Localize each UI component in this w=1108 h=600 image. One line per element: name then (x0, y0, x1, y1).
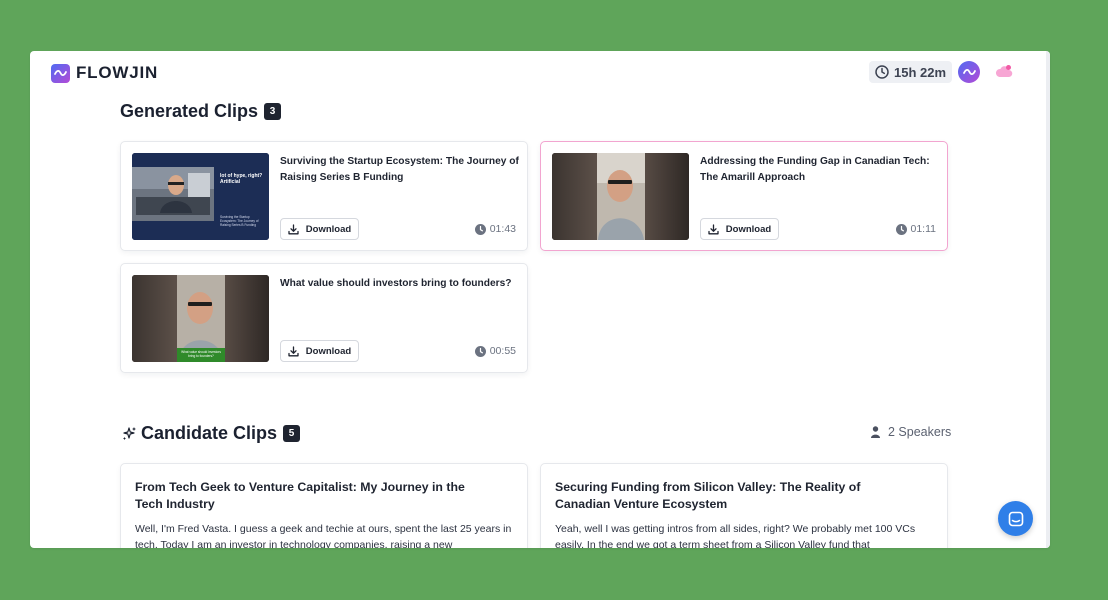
clip-thumbnail[interactable] (552, 153, 689, 240)
clock-icon (474, 223, 486, 235)
generated-clips-title: Generated Clips (120, 101, 259, 121)
person-icon (871, 426, 880, 438)
clock-icon (474, 345, 486, 357)
scrollbar[interactable] (1046, 51, 1050, 548)
wave-icon (51, 63, 70, 83)
generated-clip-card[interactable]: lot of hype, right? Artificial Surviving… (120, 141, 528, 251)
clip-duration: 00:55 (474, 345, 516, 357)
download-icon (288, 345, 299, 356)
generated-clips-count: 3 (264, 103, 282, 120)
thumb-caption: What value should investors bring to fou… (181, 350, 221, 358)
candidate-excerpt: Yeah, well I was getting intros from all… (555, 523, 916, 548)
cloud-icon[interactable] (995, 64, 1013, 83)
time-remaining-badge[interactable]: 15h 22m (869, 61, 953, 83)
download-button[interactable]: Download (280, 340, 359, 362)
candidate-clip-card[interactable]: From Tech Geek to Venture Capitalist: My… (120, 463, 528, 548)
candidate-clips-title: Candidate Clips (141, 423, 278, 443)
candidate-excerpt: Well, I'm Fred Vasta. I guess a geek and… (135, 523, 512, 548)
download-label: Download (725, 223, 772, 235)
sparkle-icon (123, 427, 136, 440)
download-button[interactable]: Download (700, 218, 779, 240)
clip-title: What value should investors bring to fou… (280, 278, 512, 289)
clock-icon (895, 223, 907, 235)
clock-icon (875, 65, 889, 79)
candidate-clips-heading: Candidate Clips 5 (122, 423, 301, 444)
clip-title: Surviving the Startup Ecosystem: The Jou… (280, 156, 519, 183)
speakers-text: 2 Speakers (888, 425, 952, 439)
chat-button[interactable] (998, 501, 1033, 536)
avatar[interactable] (958, 61, 980, 83)
clip-duration: 01:11 (895, 223, 937, 235)
duration-text: 00:55 (489, 345, 516, 357)
download-icon (708, 223, 719, 234)
clip-thumbnail[interactable]: What value should investors bring to fou… (132, 275, 269, 362)
duration-text: 01:11 (910, 223, 937, 235)
generated-clip-card[interactable]: Addressing the Funding Gap in Canadian T… (540, 141, 948, 251)
generated-clips-heading: Generated Clips 3 (120, 101, 282, 122)
download-button[interactable]: Download (280, 218, 359, 240)
candidate-title: From Tech Geek to Venture Capitalist: My… (135, 480, 465, 511)
download-label: Download (305, 345, 352, 357)
app-name: FLOWJIN (76, 63, 159, 82)
time-remaining-text: 15h 22m (894, 64, 947, 80)
app-window: FLOWJIN 15h 22m Generated Clips 3 lot of… (30, 51, 1050, 548)
duration-text: 01:43 (489, 223, 516, 235)
clip-title: Addressing the Funding Gap in Canadian T… (700, 156, 930, 183)
clip-thumbnail[interactable]: lot of hype, right? Artificial Surviving… (132, 153, 269, 240)
download-label: Download (305, 223, 352, 235)
candidate-clips-count: 5 (283, 425, 301, 442)
candidate-title: Securing Funding from Silicon Valley: Th… (555, 480, 861, 511)
thumb-subcaption: Surviving the Startup Ecosystem: The Jou… (220, 215, 259, 227)
candidate-clip-card[interactable]: Securing Funding from Silicon Valley: Th… (540, 463, 948, 548)
chat-icon (1008, 511, 1023, 526)
speakers-filter[interactable]: 2 Speakers (870, 425, 951, 439)
download-icon (288, 223, 299, 234)
app-logo[interactable]: FLOWJIN (51, 63, 158, 83)
generated-clip-card[interactable]: What value should investors bring to fou… (120, 263, 528, 373)
clip-duration: 01:43 (474, 223, 516, 235)
thumb-caption: lot of hype, right? Artificial (220, 173, 263, 185)
